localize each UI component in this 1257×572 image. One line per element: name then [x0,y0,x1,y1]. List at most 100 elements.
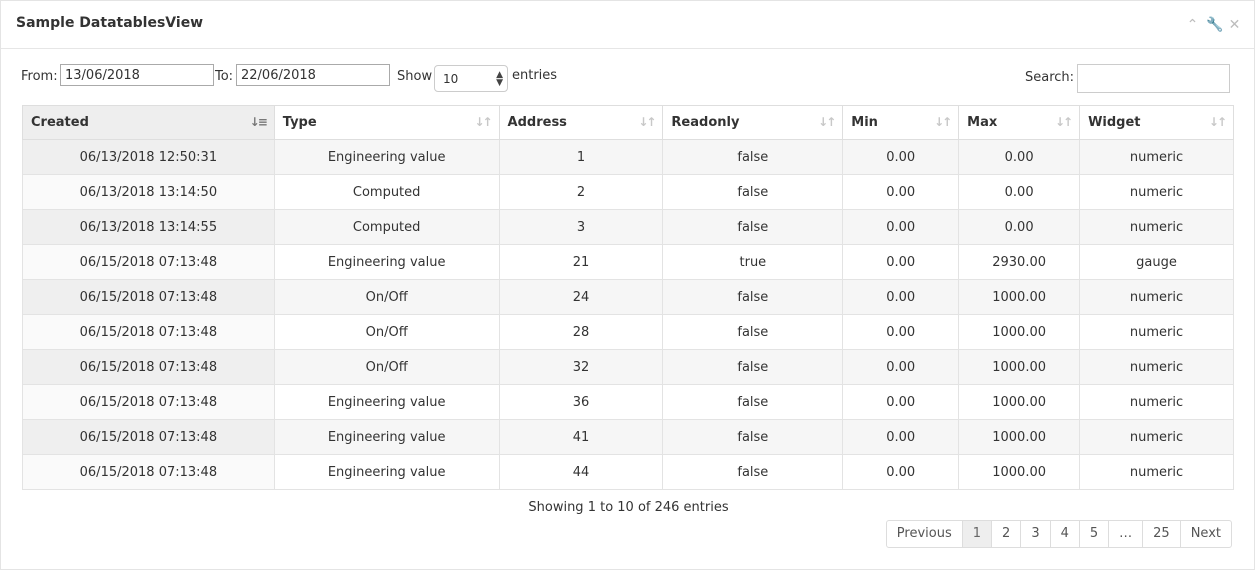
page-button-3[interactable]: 3 [1020,521,1049,547]
cell-created: 06/15/2018 07:13:48 [22,454,275,490]
cell-widget: numeric [1079,349,1234,385]
next-page-button[interactable]: Next [1179,521,1231,547]
page-size-select[interactable]: 10 ▲ ▼ [434,65,508,92]
page-size-value: 10 [443,72,459,86]
panel-header: Sample DatatablesView ⌃ 🔧 ✕ [1,1,1254,49]
cell-min: 0.00 [842,454,960,490]
cell-address: 21 [498,244,664,280]
table-row[interactable]: 06/15/2018 07:13:48 On/Off 28 false 0.00… [22,314,1234,350]
cell-type: Engineering value [273,454,500,490]
cell-max: 1000.00 [958,279,1081,315]
cell-address: 41 [498,419,664,455]
cell-min: 0.00 [842,279,960,315]
column-header-created[interactable]: Created ↓≡ [22,105,275,140]
table-info: Showing 1 to 10 of 246 entries [528,500,729,515]
page-ellipsis: … [1108,521,1142,547]
cell-address: 44 [498,454,664,490]
cell-max: 2930.00 [958,244,1081,280]
cell-max: 1000.00 [958,419,1081,455]
cell-max: 1000.00 [958,314,1081,350]
show-label: Show [397,69,433,84]
close-icon[interactable]: ✕ [1227,16,1242,34]
panel-tools: ⌃ 🔧 ✕ [1185,16,1242,34]
page-button-25[interactable]: 25 [1142,521,1180,547]
cell-readonly: false [662,279,844,315]
table-row[interactable]: 06/15/2018 07:13:48 Engineering value 44… [22,454,1234,490]
page-button-5[interactable]: 5 [1078,521,1108,547]
cell-address: 32 [498,349,664,385]
cell-type: Engineering value [273,244,500,280]
cell-widget: numeric [1079,454,1234,490]
panel-title: Sample DatatablesView [16,15,204,31]
table-row[interactable]: 06/15/2018 07:13:48 Engineering value 36… [22,384,1234,420]
sort-icon: ↓↑ [934,115,952,129]
cell-created: 06/15/2018 07:13:48 [22,244,275,280]
cell-readonly: false [662,384,844,420]
cell-readonly: false [662,314,844,350]
column-header-address[interactable]: Address ↓↑ [498,105,664,140]
cell-widget: numeric [1079,419,1234,455]
column-header-min[interactable]: Min ↓↑ [842,105,960,140]
cell-readonly: true [662,244,844,280]
table-row[interactable]: 06/13/2018 13:14:50 Computed 2 false 0.0… [22,174,1234,210]
cell-readonly: false [662,419,844,455]
to-date-input[interactable] [236,64,390,86]
cell-address: 3 [498,209,664,245]
cell-max: 1000.00 [958,349,1081,385]
sort-icon: ↓↑ [638,115,656,129]
sort-icon: ↓↑ [474,115,492,129]
table-row[interactable]: 06/15/2018 07:13:48 Engineering value 21… [22,244,1234,280]
cell-min: 0.00 [842,384,960,420]
sort-icon: ↓↑ [1208,115,1227,129]
cell-type: Computed [273,174,500,210]
column-header-type[interactable]: Type ↓↑ [273,105,500,140]
table-row[interactable]: 06/15/2018 07:13:48 On/Off 32 false 0.00… [22,349,1234,385]
column-header-readonly[interactable]: Readonly ↓↑ [662,105,844,140]
cell-type: Engineering value [273,139,500,175]
cell-created: 06/15/2018 07:13:48 [22,419,275,455]
cell-min: 0.00 [842,349,960,385]
cell-readonly: false [662,174,844,210]
cell-created: 06/15/2018 07:13:48 [22,279,275,315]
chevron-up-icon[interactable]: ⌃ [1185,16,1200,34]
previous-page-button[interactable]: Previous [887,521,962,547]
cell-max: 1000.00 [958,384,1081,420]
cell-widget: numeric [1079,174,1234,210]
cell-min: 0.00 [842,244,960,280]
table-row[interactable]: 06/15/2018 07:13:48 On/Off 24 false 0.00… [22,279,1234,315]
table-controls: From: To: Show 10 ▲▼ entries Search: [21,64,1230,93]
page-button-1[interactable]: 1 [961,521,992,547]
cell-min: 0.00 [842,419,960,455]
cell-max: 0.00 [958,209,1081,245]
cell-widget: numeric [1079,209,1234,245]
cell-widget: numeric [1079,279,1234,315]
cell-min: 0.00 [842,209,960,245]
to-label: To: [215,69,234,84]
page-button-4[interactable]: 4 [1049,521,1079,547]
cell-created: 06/15/2018 07:13:48 [22,384,275,420]
table-row[interactable]: 06/15/2018 07:13:48 Engineering value 41… [22,419,1234,455]
wrench-icon[interactable]: 🔧 [1206,16,1223,34]
table-row[interactable]: 06/13/2018 12:50:31 Engineering value 1 … [22,139,1234,175]
from-date-input[interactable] [60,64,214,86]
datatable-panel: Sample DatatablesView ⌃ 🔧 ✕ From: To: Sh… [0,0,1255,570]
cell-created: 06/15/2018 07:13:48 [22,349,275,385]
from-label: From: [21,69,58,84]
cell-max: 1000.00 [958,454,1081,490]
sort-ascending-icon: ↓≡ [249,115,268,129]
column-header-max[interactable]: Max ↓↑ [958,105,1081,140]
cell-address: 28 [498,314,664,350]
cell-address: 1 [498,139,664,175]
cell-widget: gauge [1079,244,1234,280]
column-header-widget[interactable]: Widget ↓↑ [1079,105,1234,140]
cell-widget: numeric [1079,384,1234,420]
sort-icon: ↓↑ [1054,115,1073,129]
pagination: Previous 1 2 3 4 5 … 25 Next [885,520,1232,548]
sort-icon: ↓↑ [818,115,836,129]
cell-readonly: false [662,209,844,245]
search-input[interactable] [1077,64,1230,93]
table-row[interactable]: 06/13/2018 13:14:55 Computed 3 false 0.0… [22,209,1234,245]
cell-readonly: false [662,349,844,385]
page-button-2[interactable]: 2 [991,521,1020,547]
cell-type: On/Off [273,314,500,350]
